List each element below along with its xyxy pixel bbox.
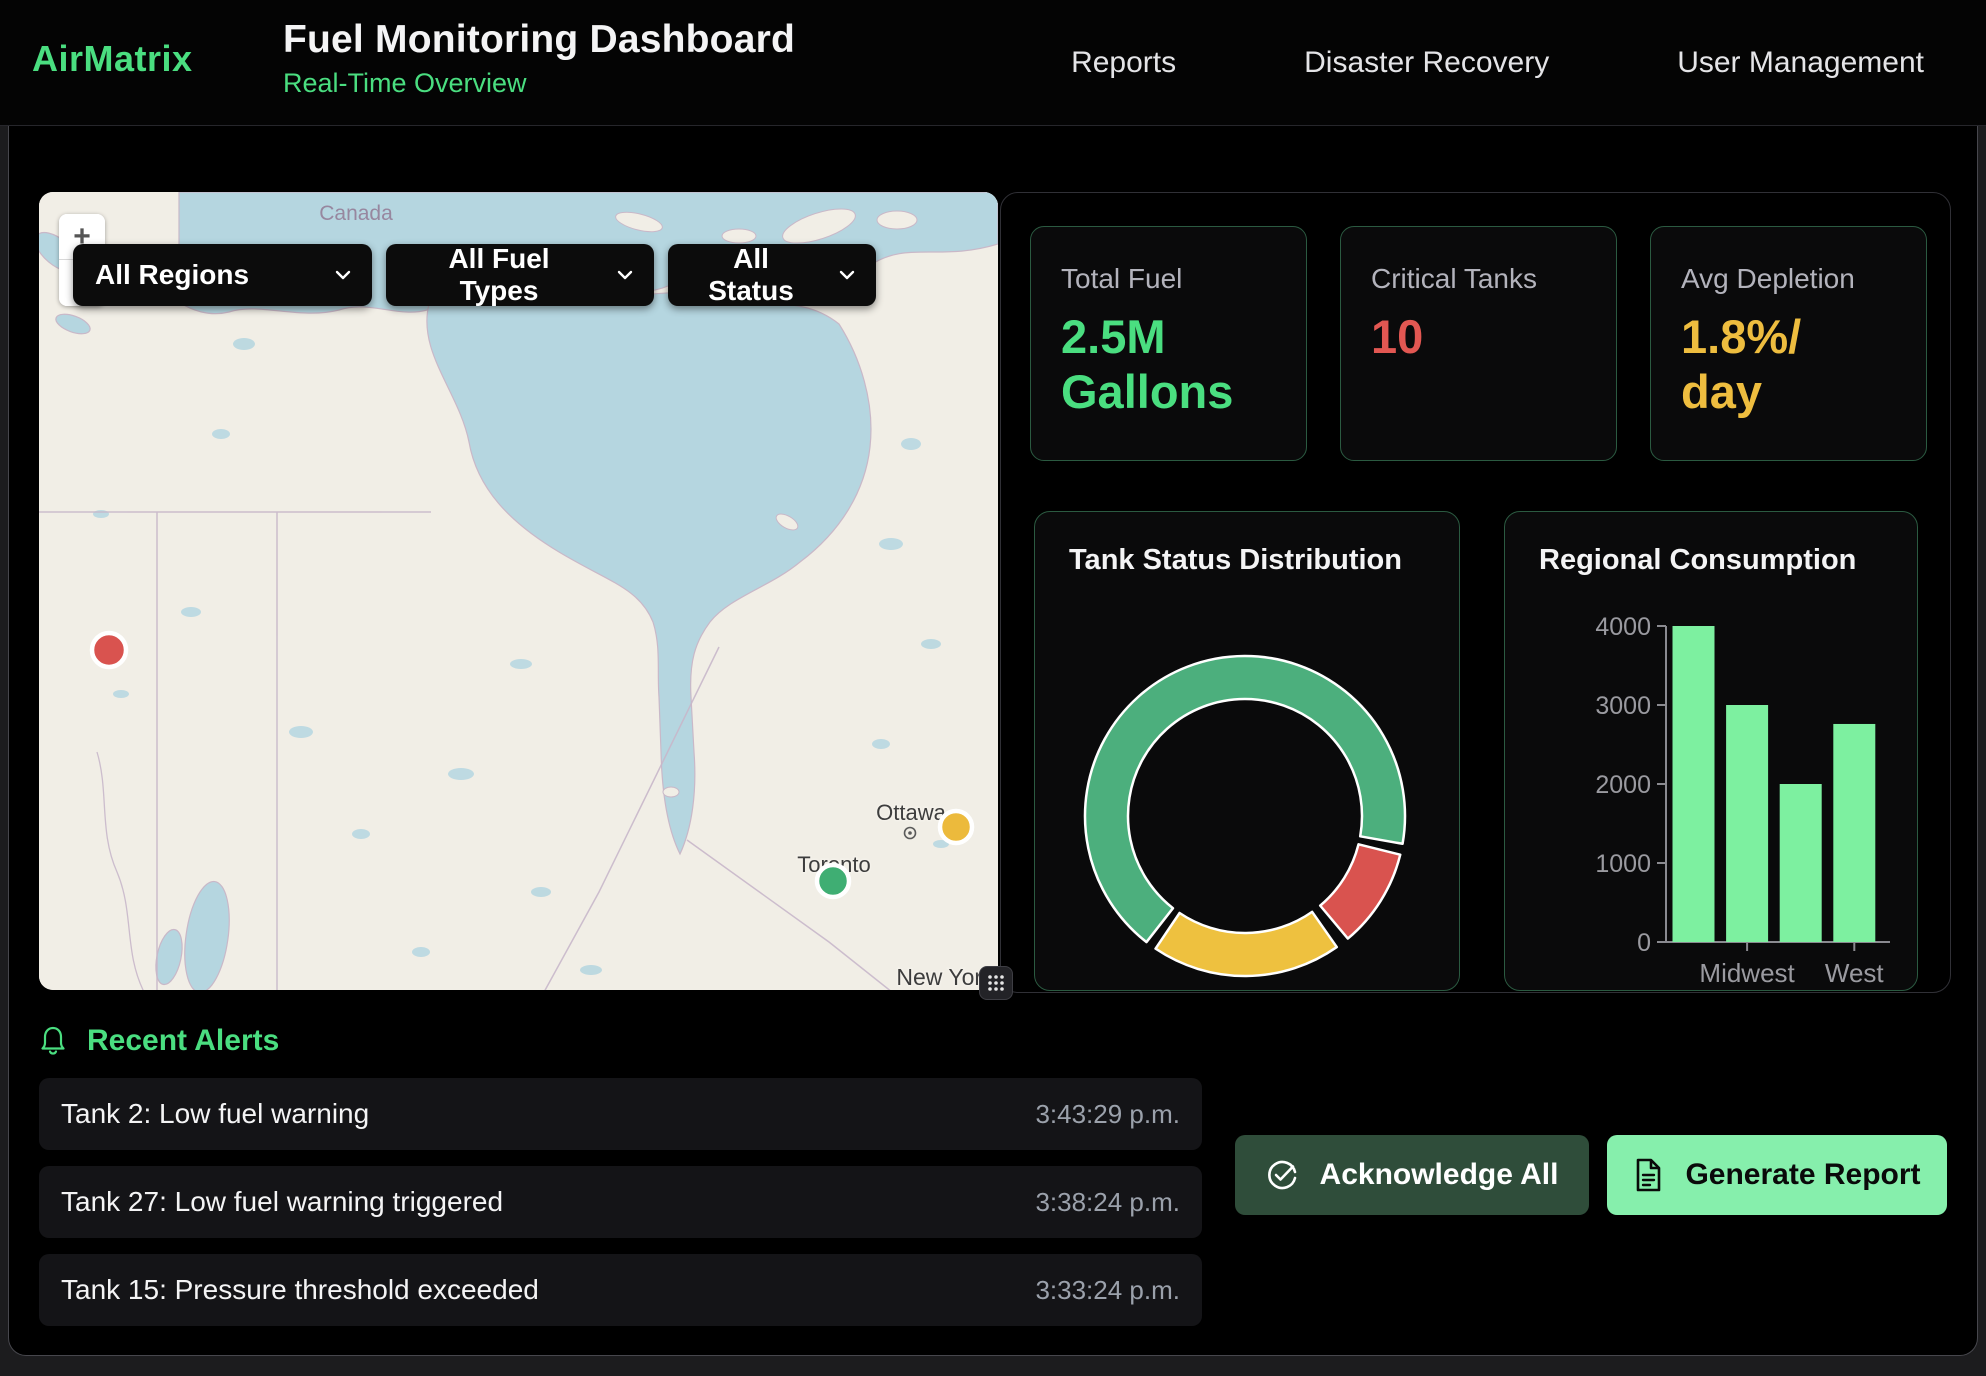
bar-0[interactable]: [1673, 626, 1715, 942]
stat-value: 2.5MGallons: [1061, 309, 1276, 420]
app-header: AirMatrix Fuel Monitoring Dashboard Real…: [0, 0, 1986, 126]
check-circle-icon: [1266, 1159, 1298, 1191]
drag-dots-icon: [986, 973, 1006, 993]
tank-marker-critical[interactable]: [92, 633, 126, 667]
alert-message: Tank 15: Pressure threshold exceeded: [61, 1254, 539, 1326]
fuel-monitoring-dashboard: AirMatrix Fuel Monitoring Dashboard Real…: [0, 0, 1986, 1376]
x-tick-label: West: [1825, 958, 1885, 988]
stat-card-total-fuel: Total Fuel 2.5MGallons: [1030, 226, 1307, 461]
main-nav: Reports Disaster Recovery User Managemen…: [1071, 0, 1924, 126]
region-filter-select[interactable]: All Regions: [73, 244, 372, 306]
tank-marker-normal[interactable]: [817, 865, 849, 897]
stat-label: Avg Depletion: [1681, 263, 1896, 295]
stat-label: Total Fuel: [1061, 263, 1276, 295]
alert-message: Tank 2: Low fuel warning: [61, 1078, 369, 1150]
city-label-ottawa: Ottawa: [876, 800, 946, 825]
generate-report-label: Generate Report: [1685, 1158, 1920, 1192]
bar-1[interactable]: [1726, 705, 1768, 942]
map-filters: All Regions All Fuel Types All Status: [73, 244, 876, 306]
recent-alerts-heading: Recent Alerts: [39, 1024, 279, 1058]
nav-disaster-recovery[interactable]: Disaster Recovery: [1304, 46, 1549, 80]
nav-user-management[interactable]: User Management: [1677, 46, 1924, 80]
stat-card-critical-tanks: Critical Tanks 10: [1340, 226, 1617, 461]
y-tick-label: 1000: [1595, 850, 1651, 878]
status-filter-value: All Status: [690, 243, 812, 307]
alert-row[interactable]: Tank 15: Pressure threshold exceeded 3:3…: [39, 1254, 1202, 1326]
stat-value: 10: [1371, 309, 1586, 364]
acknowledge-all-label: Acknowledge All: [1320, 1158, 1559, 1192]
document-icon: [1633, 1158, 1663, 1192]
bar-3[interactable]: [1833, 724, 1875, 942]
stat-label: Critical Tanks: [1371, 263, 1586, 295]
alert-row[interactable]: Tank 2: Low fuel warning 3:43:29 p.m.: [39, 1078, 1202, 1150]
fuel-type-filter-select[interactable]: All Fuel Types: [386, 244, 654, 306]
regional-consumption-bar-chart[interactable]: 0 1000 2000 3000 4000 Midwest West: [1505, 512, 1919, 992]
title-block: Fuel Monitoring Dashboard Real-Time Over…: [283, 18, 795, 99]
map-panel: Canada Ottawa Toronto New York + − All: [39, 192, 998, 990]
y-tick-label: 0: [1637, 929, 1651, 957]
alert-time: 3:43:29 p.m.: [1035, 1078, 1180, 1150]
map-resize-handle[interactable]: [979, 966, 1013, 1000]
chevron-down-icon: [334, 266, 352, 284]
acknowledge-all-button[interactable]: Acknowledge All: [1235, 1135, 1589, 1215]
y-tick-label: 3000: [1595, 692, 1651, 720]
tank-status-chart-card: Tank Status Distribution: [1034, 511, 1460, 991]
y-tick-label: 4000: [1595, 613, 1651, 641]
status-filter-select[interactable]: All Status: [668, 244, 876, 306]
stat-card-avg-depletion: Avg Depletion 1.8%/day: [1650, 226, 1927, 461]
donut-segment-warning[interactable]: [1156, 912, 1337, 976]
donut-segment-critical[interactable]: [1320, 844, 1400, 938]
page-title: Fuel Monitoring Dashboard: [283, 18, 795, 62]
chevron-down-icon: [616, 266, 634, 284]
fuel-type-filter-value: All Fuel Types: [408, 243, 590, 307]
stat-value: 1.8%/day: [1681, 309, 1896, 420]
alert-row[interactable]: Tank 27: Low fuel warning triggered 3:38…: [39, 1166, 1202, 1238]
tank-status-donut-chart[interactable]: [1035, 512, 1461, 992]
country-label: Canada: [319, 202, 393, 225]
dashboard-content: Canada Ottawa Toronto New York + − All: [8, 126, 1978, 1356]
recent-alerts-title: Recent Alerts: [87, 1024, 279, 1058]
bell-icon: [39, 1025, 67, 1057]
bar-2[interactable]: [1780, 784, 1822, 942]
alert-time: 3:33:24 p.m.: [1035, 1254, 1180, 1326]
regional-consumption-chart-card: Regional Consumption 01000200030004000Mi…: [1504, 511, 1918, 991]
chevron-down-icon: [838, 266, 856, 284]
map-canvas[interactable]: Canada Ottawa Toronto New York: [39, 192, 998, 990]
nav-reports[interactable]: Reports: [1071, 46, 1176, 80]
generate-report-button[interactable]: Generate Report: [1607, 1135, 1947, 1215]
x-tick-label: Midwest: [1699, 958, 1795, 988]
page-subtitle: Real-Time Overview: [283, 68, 795, 99]
y-tick-label: 2000: [1595, 771, 1651, 799]
alert-message: Tank 27: Low fuel warning triggered: [61, 1166, 503, 1238]
stats-row: Total Fuel 2.5MGallons Critical Tanks 10…: [1030, 226, 1927, 461]
brand-logo[interactable]: AirMatrix: [32, 38, 193, 80]
tank-marker-warning[interactable]: [940, 811, 972, 843]
alert-time: 3:38:24 p.m.: [1035, 1166, 1180, 1238]
region-filter-value: All Regions: [95, 259, 249, 291]
metrics-panel: Total Fuel 2.5MGallons Critical Tanks 10…: [1000, 192, 1951, 993]
